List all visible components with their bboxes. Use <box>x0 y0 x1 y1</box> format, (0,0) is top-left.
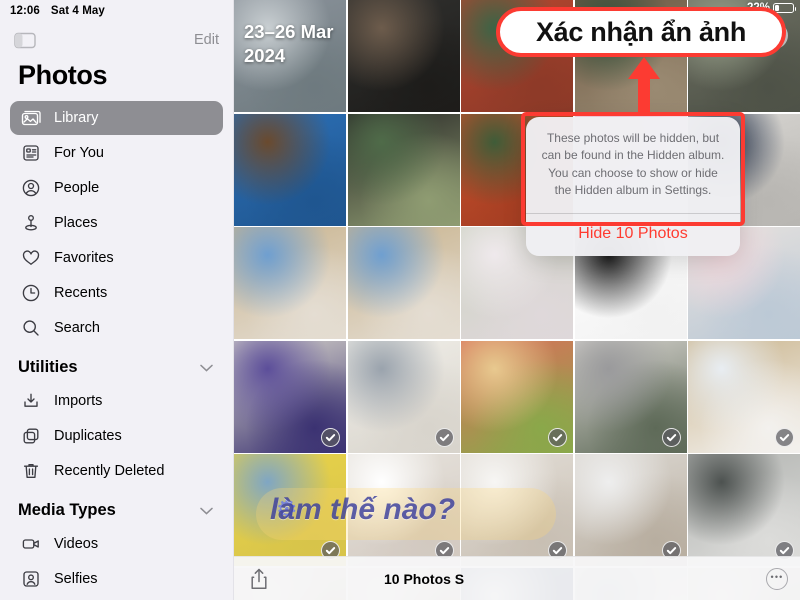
gear-icon: ⚙ <box>276 496 298 523</box>
photo-thumbnail[interactable] <box>688 340 800 453</box>
photo-selected-checkmark-icon[interactable] <box>548 427 567 447</box>
photo-thumbnail-image <box>347 113 460 226</box>
sidebar-item-label: For You <box>54 145 104 161</box>
alert-message: These photos will be hidden, but can be … <box>541 131 725 197</box>
sidebar-item-recents[interactable]: Recents <box>10 276 223 310</box>
sidebar: 12:06 Sat 4 May Edit Photos Library For … <box>0 0 234 600</box>
status-bar-time: 12:06 <box>10 5 40 17</box>
sidebar-item-label: People <box>54 180 100 196</box>
photo-selected-checkmark-icon[interactable] <box>661 427 681 447</box>
sidebar-item-library[interactable]: Library <box>10 101 223 135</box>
selection-toolbar: 10 Photos S ••• <box>234 556 800 600</box>
sidebar-item-selfies[interactable]: Selfies <box>10 562 223 596</box>
photo-selected-checkmark-icon[interactable] <box>434 427 454 447</box>
photo-thumbnail[interactable] <box>688 454 800 566</box>
sidebar-section-title: Media Types <box>18 501 116 519</box>
photo-selected-checkmark-icon[interactable] <box>321 427 340 447</box>
hide-photos-alert: These photos will be hidden, but can be … <box>526 117 740 257</box>
search-icon <box>20 318 41 339</box>
import-arrow-icon <box>20 391 41 412</box>
photo-thumbnail[interactable] <box>461 340 573 453</box>
sidebar-item-label: Recents <box>54 285 108 301</box>
sidebar-item-duplicates[interactable]: Duplicates <box>10 419 223 453</box>
sidebar-header: Edit <box>0 22 233 52</box>
trash-icon <box>20 461 41 482</box>
share-icon[interactable] <box>248 567 270 591</box>
sidebar-item-imports[interactable]: Imports <box>10 384 223 418</box>
status-bar: 12:06 Sat 4 May <box>0 0 233 22</box>
sidebar-item-videos[interactable]: Videos <box>10 527 223 561</box>
for-you-card-icon <box>20 143 41 164</box>
photo-thumbnail[interactable] <box>574 340 687 453</box>
photo-thumbnail[interactable] <box>234 227 346 339</box>
photo-thumbnail[interactable] <box>347 340 460 453</box>
sidebar-item-people[interactable]: People <box>10 171 223 205</box>
chevron-down-icon[interactable] <box>200 361 213 375</box>
photo-thumbnail[interactable] <box>574 454 687 566</box>
sidebar-item-places[interactable]: Places <box>10 206 223 240</box>
selfie-portrait-icon <box>20 569 41 590</box>
date-range-overlay: 23–26 Mar 2024 <box>244 21 334 67</box>
status-bar-date: Sat 4 May <box>50 5 105 17</box>
sidebar-item-label: Selfies <box>54 571 98 587</box>
photo-thumbnail-image <box>234 227 346 339</box>
sidebar-item-label: Places <box>54 215 98 231</box>
sidebar-item-label: Duplicates <box>54 428 122 444</box>
photos-library-icon <box>20 108 41 129</box>
sidebar-item-label: Library <box>54 110 99 126</box>
sidebar-item-favorites[interactable]: Favorites <box>10 241 223 275</box>
page-title: Photos <box>18 60 108 90</box>
person-circle-icon <box>20 178 41 199</box>
photo-grid-area: ⚙ làm thế nào? 23–26 Mar2024 Cancel 22% … <box>234 0 800 600</box>
photo-thumbnail-image <box>234 113 346 226</box>
sidebar-section-media-types[interactable]: Media Types <box>0 489 233 526</box>
sidebar-item-recently-deleted[interactable]: Recently Deleted <box>10 454 223 488</box>
photo-thumbnail[interactable] <box>234 340 346 453</box>
more-ellipsis-icon[interactable]: ••• <box>766 567 788 590</box>
annotation-arrow-icon <box>626 57 662 120</box>
photo-thumbnail-image <box>347 0 460 112</box>
sidebar-item-label: Search <box>54 320 100 336</box>
selection-count-label: 10 Photos S <box>384 570 465 587</box>
sidebar-toggle-icon[interactable] <box>14 32 36 49</box>
sidebar-item-label: Favorites <box>54 250 114 266</box>
photo-selected-checkmark-icon[interactable] <box>775 427 794 447</box>
hide-photos-button[interactable]: Hide 10 Photos <box>526 214 740 256</box>
edit-button[interactable]: Edit <box>194 32 219 48</box>
photo-thumbnail[interactable] <box>347 113 460 226</box>
photos-app-window: 12:06 Sat 4 May Edit Photos Library For … <box>0 0 800 600</box>
map-pin-icon <box>20 213 41 234</box>
annotation-callout: Xác nhận ẩn ảnh <box>496 7 786 57</box>
sidebar-item-search[interactable]: Search <box>10 311 223 345</box>
sidebar-item-for-you[interactable]: For You <box>10 136 223 170</box>
video-camera-icon <box>20 534 41 555</box>
sidebar-section-utilities[interactable]: Utilities <box>0 346 233 383</box>
photo-thumbnail[interactable] <box>347 227 460 339</box>
sidebar-item-label: Videos <box>54 536 99 552</box>
sidebar-item-label: Recently Deleted <box>54 463 165 479</box>
chevron-down-icon[interactable] <box>200 504 213 518</box>
photo-thumbnail[interactable] <box>347 0 460 112</box>
clock-icon <box>20 283 41 304</box>
duplicate-squares-icon <box>20 426 41 447</box>
photo-thumbnail-image <box>347 227 460 339</box>
heart-icon <box>20 248 41 269</box>
sidebar-item-label: Imports <box>54 393 103 409</box>
sidebar-section-title: Utilities <box>18 358 78 376</box>
photo-thumbnail[interactable] <box>234 113 346 226</box>
